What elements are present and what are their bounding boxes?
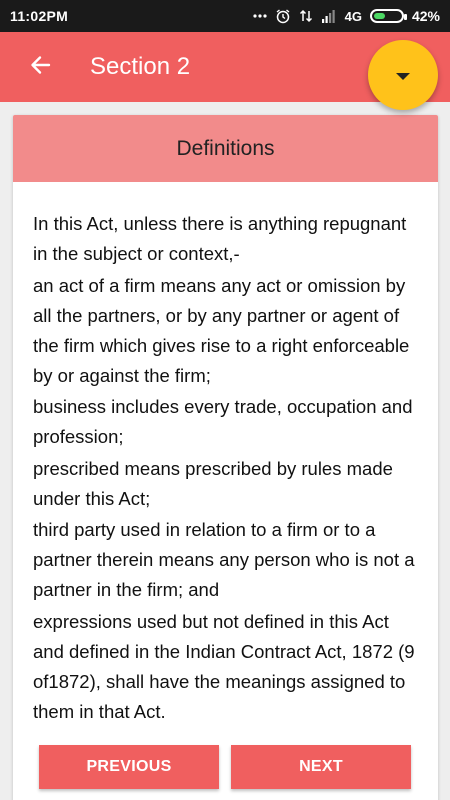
dropdown-fab-button[interactable] — [368, 40, 438, 110]
page-title: Section 2 — [90, 53, 191, 80]
definition-paragraph: In this Act, unless there is anything re… — [33, 213, 407, 264]
battery-icon — [369, 9, 407, 23]
battery-level — [373, 13, 385, 19]
arrow-left-icon — [29, 54, 51, 81]
navigation-buttons: PREVIOUS NEXT — [0, 745, 450, 789]
previous-button[interactable]: PREVIOUS — [39, 745, 219, 789]
card-header: Definitions — [13, 115, 438, 182]
status-icons: 4G 42% — [253, 8, 440, 24]
definition-paragraph: an act of a firm means any act or omissi… — [33, 274, 410, 386]
caret-down-icon — [396, 73, 410, 80]
status-bar: 11:02PM 4G 42% — [0, 0, 450, 32]
definition-paragraph: prescribed means prescribed by rules mad… — [33, 457, 393, 509]
definition-paragraph: business includes every trade, occupatio… — [33, 396, 413, 447]
network-type: 4G — [344, 8, 362, 24]
section-card: Definitions In this Act, unless there is… — [13, 115, 438, 800]
back-button[interactable] — [0, 32, 80, 102]
data-transfer-icon — [299, 9, 313, 23]
status-time: 11:02PM — [10, 8, 69, 24]
next-button[interactable]: NEXT — [231, 745, 411, 789]
alarm-icon — [275, 8, 291, 24]
battery-percent: 42% — [411, 8, 440, 24]
definition-paragraph: third party used in relation to a firm o… — [33, 519, 415, 600]
definition-paragraph: expressions used but not defined in this… — [33, 610, 415, 722]
more-dots-icon — [253, 14, 267, 18]
card-body: In this Act, unless there is anything re… — [13, 182, 438, 727]
signal-icon — [321, 9, 337, 23]
